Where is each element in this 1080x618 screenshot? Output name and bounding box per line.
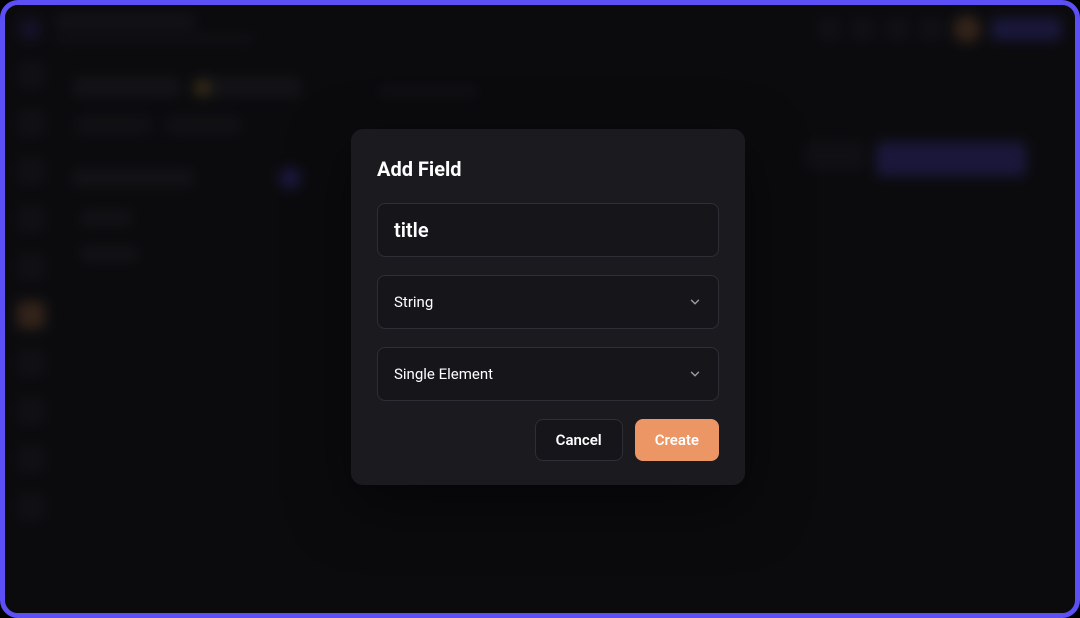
chevron-down-icon	[688, 367, 702, 381]
field-cardinality-value: Single Element	[394, 365, 493, 383]
cancel-button[interactable]: Cancel	[535, 419, 623, 461]
create-button[interactable]: Create	[635, 419, 719, 461]
add-field-modal: Add Field String Single Element Cancel C…	[351, 129, 745, 485]
field-name-input[interactable]	[377, 203, 719, 257]
modal-title: Add Field	[377, 157, 719, 181]
field-type-select[interactable]: String	[377, 275, 719, 329]
modal-actions: Cancel Create	[377, 419, 719, 461]
field-type-value: String	[394, 293, 433, 311]
field-cardinality-select[interactable]: Single Element	[377, 347, 719, 401]
chevron-down-icon	[688, 295, 702, 309]
